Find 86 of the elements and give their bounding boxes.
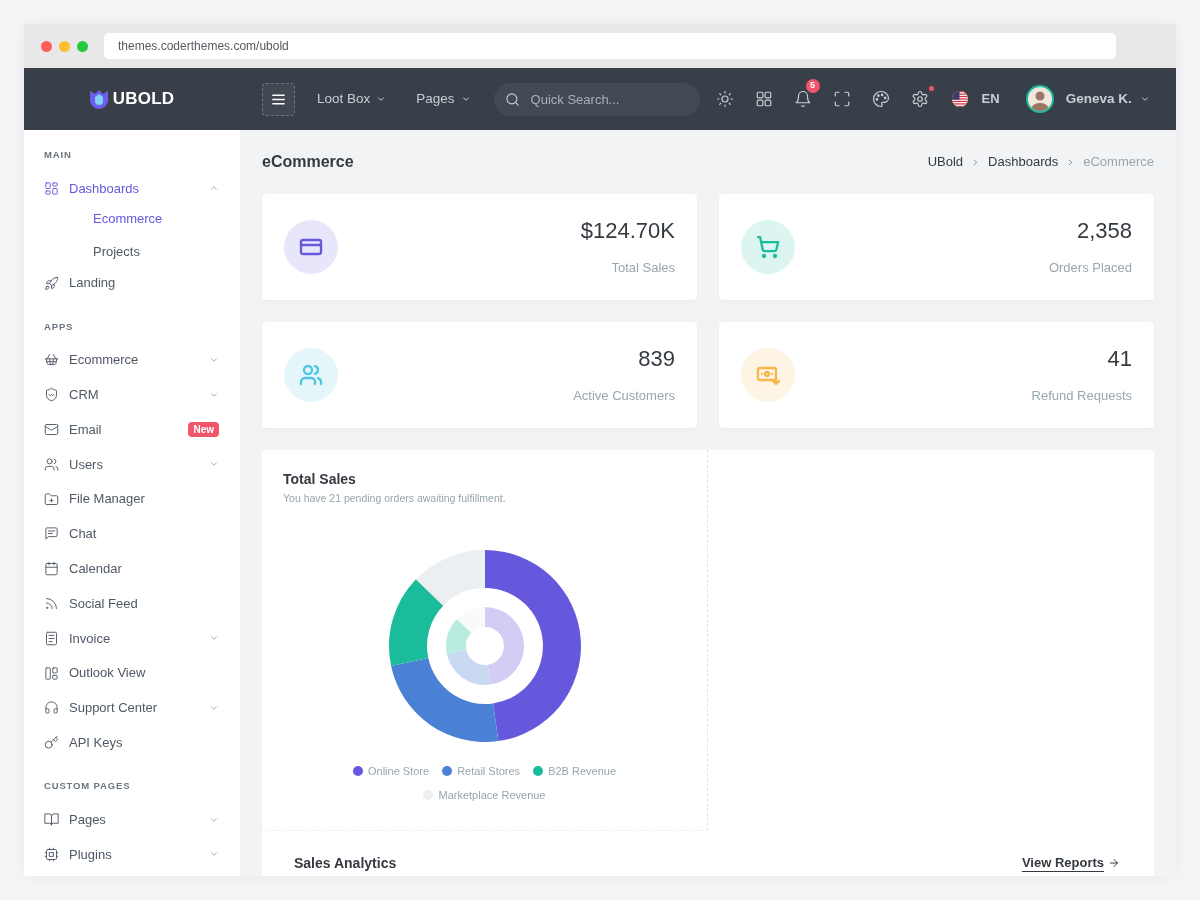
basket-icon <box>44 352 59 368</box>
rocket-icon <box>44 275 59 291</box>
section-title: Sales Analytics <box>294 855 397 871</box>
users-icon <box>284 348 338 402</box>
credit-card-icon <box>284 220 338 274</box>
language-button[interactable]: EN <box>939 79 1012 119</box>
legend-label: Online Store <box>368 764 430 778</box>
new-badge: New <box>188 422 219 438</box>
logo-text: UBOLD <box>112 88 175 111</box>
stat-label: Active Customers <box>573 388 675 404</box>
window-close-icon[interactable] <box>41 40 52 52</box>
stat-label: Total Sales <box>610 260 675 276</box>
logo-icon <box>89 89 108 109</box>
sun-icon <box>716 90 735 108</box>
nav-item[interactable]: Landing <box>24 265 240 301</box>
section-label: CUSTOM PAGES <box>44 780 131 793</box>
nav-item[interactable]: Plugins <box>24 836 240 872</box>
layout-icon <box>44 665 59 681</box>
nav-item[interactable]: Chat <box>24 516 240 552</box>
shopping-cart-icon <box>741 220 795 274</box>
nav-item[interactable]: CRM <box>24 377 240 413</box>
nav-item[interactable]: Email New <box>24 412 240 447</box>
nav-item[interactable]: Ecommerce <box>24 342 240 378</box>
calendar-icon <box>44 561 59 577</box>
window-zoom-icon[interactable] <box>77 40 88 52</box>
nav-item[interactable]: Invoice <box>24 620 240 656</box>
breadcrumb-link[interactable]: UBold <box>927 152 964 172</box>
stat-value: 839 <box>637 346 675 372</box>
nav-item[interactable]: Outlook View <box>24 655 240 691</box>
banknote-icon <box>741 348 795 402</box>
arrow-right-icon <box>1108 857 1120 869</box>
nav-item[interactable]: API Keys <box>24 725 240 761</box>
chevron-down-icon <box>376 94 387 104</box>
stat-value: 41 <box>1106 346 1132 372</box>
nav-item[interactable]: Support Center <box>24 690 240 726</box>
document-icon <box>44 630 59 646</box>
grid-icon <box>755 90 774 108</box>
notification-badge: 5 <box>805 79 820 93</box>
chip-icon <box>44 846 59 862</box>
card-title: Total Sales <box>283 471 356 488</box>
legend-label: Marketplace Revenue <box>438 788 546 802</box>
avatar-icon <box>1025 85 1054 113</box>
nav-subitem[interactable]: Projects <box>24 234 240 268</box>
headset-icon <box>44 700 59 716</box>
book-icon <box>44 812 59 828</box>
nav-menu-button[interactable]: Pages <box>416 88 471 110</box>
stat-label: Orders Placed <box>1048 260 1132 276</box>
search-field[interactable]: Quick Search... <box>493 82 700 116</box>
menu-toggle-button[interactable] <box>262 82 295 116</box>
breadcrumb-current: eCommerce <box>1083 153 1154 172</box>
page-title: eCommerce <box>262 152 354 172</box>
legend-label: Retail Stores <box>457 764 521 778</box>
section-label: MAIN <box>44 149 72 161</box>
nav-item[interactable]: File Manager <box>24 481 240 517</box>
users-icon <box>44 456 59 472</box>
key-icon <box>44 735 59 751</box>
rss-icon <box>44 596 59 612</box>
nav-item[interactable]: Calendar <box>24 551 240 587</box>
legend-label: B2B Revenue <box>548 764 616 778</box>
stat-label: Refund Requests <box>1031 388 1132 404</box>
address-bar[interactable]: themes.coderthemes.com/ubold <box>104 33 1116 59</box>
chevron-down-icon <box>1139 94 1150 104</box>
nav-menu-button[interactable]: Loot Box <box>317 88 387 110</box>
chevron-down-icon <box>460 94 471 104</box>
chevron-down-icon <box>209 355 219 365</box>
settings-icon <box>911 90 930 108</box>
breadcrumb-link[interactable]: Dashboards <box>988 152 1059 172</box>
flag-icon <box>951 91 968 107</box>
dashboard-grid-icon <box>44 180 59 196</box>
view-reports-link[interactable]: View Reports <box>1021 855 1120 871</box>
nav-item[interactable]: Pages <box>24 802 240 837</box>
search-icon <box>504 91 520 107</box>
card-subtitle: You have 21 pending orders awaiting fulfillment. <box>283 491 506 505</box>
user-menu-button[interactable]: Geneva K. <box>1025 85 1150 113</box>
folder-icon <box>44 491 59 507</box>
shield-icon <box>44 387 59 403</box>
bell-icon <box>794 90 813 108</box>
section-label: APPS <box>44 320 74 333</box>
chat-icon <box>44 526 59 542</box>
nav-item[interactable]: Users <box>24 447 240 482</box>
nav-item[interactable]: Social Feed <box>24 586 240 621</box>
stat-value: 2,358 <box>1075 218 1132 244</box>
fullscreen-icon <box>833 90 852 108</box>
palette-icon <box>872 90 891 108</box>
stat-value: $124.70K <box>580 218 675 244</box>
envelope-icon <box>44 422 59 438</box>
